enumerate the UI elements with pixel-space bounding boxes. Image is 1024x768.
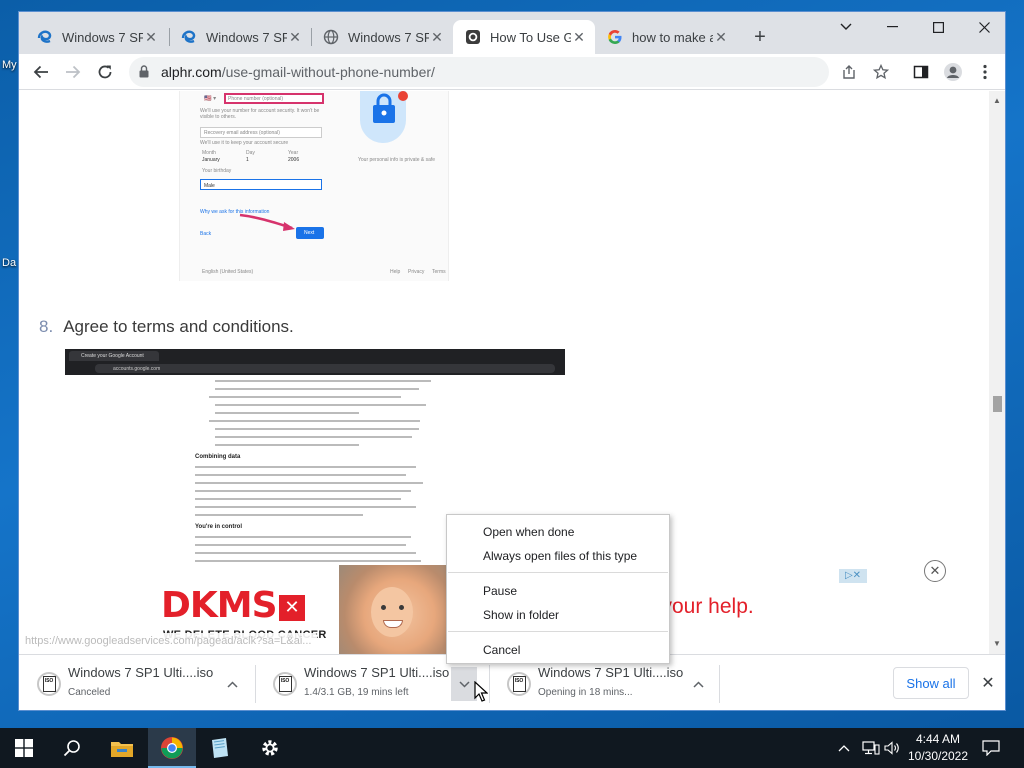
iso-file-icon: ISO xyxy=(507,672,531,696)
url-text: alphr.com/use-gmail-without-phone-number… xyxy=(161,64,435,80)
adchoices-icon[interactable]: ▷✕ xyxy=(839,569,867,583)
taskbar: 4:44 AM 10/30/2022 xyxy=(0,728,1024,768)
scrollbar-thumb[interactable] xyxy=(993,396,1002,412)
google-icon xyxy=(607,29,623,45)
dkms-logo: DKMS ✕ xyxy=(161,585,305,626)
download-name: Windows 7 SP1 Ulti....iso xyxy=(68,665,214,680)
edge-blue-icon xyxy=(37,29,53,45)
status-url: https://www.googleadservices.com/pagead/… xyxy=(19,633,318,649)
menu-open-when-done[interactable]: Open when done xyxy=(483,525,574,539)
close-tab-icon[interactable]: ✕ xyxy=(143,29,159,45)
share-icon[interactable] xyxy=(835,58,863,86)
forward-button[interactable] xyxy=(59,58,87,86)
tab-search-button[interactable] xyxy=(823,12,869,42)
volume-icon[interactable] xyxy=(884,728,900,768)
show-all-downloads-button[interactable]: Show all xyxy=(893,667,969,699)
download-name: Windows 7 SP1 Ulti....iso xyxy=(538,665,684,680)
new-tab-button[interactable]: + xyxy=(749,26,771,48)
globe-icon xyxy=(323,29,339,45)
close-window-button[interactable] xyxy=(961,12,1005,42)
settings-gear-icon[interactable] xyxy=(246,728,294,768)
mouse-cursor-icon xyxy=(474,681,488,702)
tab-title: how to make an xyxy=(632,29,713,45)
tab-title: Windows 7 SP1 xyxy=(348,29,429,45)
tray-chevron-up-icon[interactable] xyxy=(838,728,850,768)
desktop-icon-label[interactable]: Da xyxy=(2,257,16,269)
tab-title: How To Use Gmail xyxy=(490,29,571,45)
alphr-icon xyxy=(465,29,481,45)
download-item-1[interactable]: ISO Windows 7 SP1 Ulti....iso Canceled xyxy=(19,655,255,710)
close-tab-icon[interactable]: ✕ xyxy=(429,29,445,45)
menu-cancel[interactable]: Cancel xyxy=(483,643,520,657)
desktop-icon-label[interactable]: My xyxy=(2,59,17,71)
download-status: Canceled xyxy=(68,687,111,698)
reload-button[interactable] xyxy=(91,58,119,86)
tab-title: Windows 7 SP1 xyxy=(206,29,287,45)
chevron-up-icon[interactable] xyxy=(219,672,245,696)
notepad-icon[interactable] xyxy=(196,728,244,768)
search-icon[interactable] xyxy=(48,728,96,768)
tab-how-to-make[interactable]: how to make an ✕ xyxy=(595,20,737,54)
lock-icon[interactable] xyxy=(139,65,149,81)
edge-blue-icon xyxy=(181,29,197,45)
side-panel-icon[interactable] xyxy=(907,58,935,86)
taskbar-clock[interactable]: 4:44 AM 10/30/2022 xyxy=(900,731,976,765)
download-status: Opening in 18 mins... xyxy=(538,687,633,698)
iso-file-icon: ISO xyxy=(37,672,61,696)
menu-show-in-folder[interactable]: Show in folder xyxy=(483,608,559,622)
minimize-button[interactable] xyxy=(869,12,915,42)
address-bar[interactable]: alphr.com/use-gmail-without-phone-number… xyxy=(129,57,829,87)
close-tab-icon[interactable]: ✕ xyxy=(713,29,729,45)
article-image-signup-form: 🇺🇸 ▾ Phone number (optional) We'll use y… xyxy=(179,91,449,281)
download-context-menu: Open when done Always open files of this… xyxy=(446,514,670,664)
start-button[interactable] xyxy=(0,728,48,768)
download-name: Windows 7 SP1 Ulti....iso xyxy=(304,665,450,680)
tab-title: Windows 7 SP1 xyxy=(62,29,143,45)
notifications-icon[interactable] xyxy=(982,728,1000,768)
bookmark-star-icon[interactable] xyxy=(867,58,895,86)
clock-time: 4:44 AM xyxy=(915,732,961,746)
download-status: 1.4/3.1 GB, 19 mins left xyxy=(304,687,409,698)
menu-kebab-icon[interactable] xyxy=(971,58,999,86)
tab-strip: Windows 7 SP1 ✕ Windows 7 SP1 ✕ Windows … xyxy=(19,12,1005,54)
step-heading: 8. Agree to terms and conditions. xyxy=(39,317,294,336)
back-button[interactable] xyxy=(27,58,55,86)
tab-how-to-use-gmail[interactable]: How To Use Gmail ✕ xyxy=(453,20,595,54)
tab-windows7-3[interactable]: Windows 7 SP1 ✕ xyxy=(311,20,453,54)
tab-windows7-2[interactable]: Windows 7 SP1 ✕ xyxy=(169,20,311,54)
ad-photo xyxy=(339,565,449,654)
ad-close-icon[interactable]: ✕ xyxy=(924,560,946,582)
clock-date: 10/30/2022 xyxy=(907,749,969,763)
close-downloads-bar-icon[interactable]: ✕ xyxy=(977,673,999,695)
page-scrollbar[interactable]: ▲ ▼ xyxy=(989,91,1005,654)
menu-always-open[interactable]: Always open files of this type xyxy=(483,549,637,563)
iso-file-icon: ISO xyxy=(273,672,297,696)
tab-windows7-1[interactable]: Windows 7 SP1 ✕ xyxy=(25,20,167,54)
browser-toolbar: alphr.com/use-gmail-without-phone-number… xyxy=(19,54,1005,90)
close-tab-icon[interactable]: ✕ xyxy=(571,29,587,45)
chevron-up-icon[interactable] xyxy=(685,672,711,696)
menu-pause[interactable]: Pause xyxy=(483,584,517,598)
maximize-button[interactable] xyxy=(915,12,961,42)
close-tab-icon[interactable]: ✕ xyxy=(287,29,303,45)
profile-avatar[interactable] xyxy=(939,58,967,86)
network-icon[interactable] xyxy=(862,728,880,768)
chrome-taskbar-icon[interactable] xyxy=(148,728,196,768)
file-explorer-icon[interactable] xyxy=(98,728,146,768)
